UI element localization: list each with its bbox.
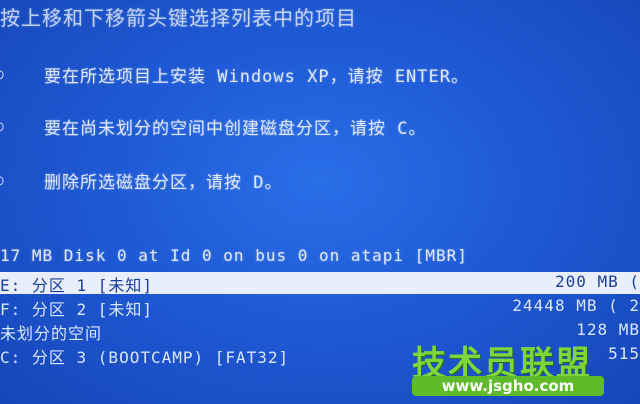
partition-row-e[interactable]: E: 分区 1 [未知] 200 MB ( (0, 272, 640, 295)
create-partition-option: 要在尚未划分的空间中创建磁盘分区，请按 C。 (44, 119, 427, 139)
partition-name: E: 分区 1 [未知] (0, 276, 154, 295)
partition-name: F: 分区 2 [未知] (0, 300, 154, 319)
watermark-logo: 技术员联盟 www.jsgho.com (404, 334, 640, 400)
option-bullet-icon: ○ (0, 116, 4, 135)
install-option: 要在所选项目上安装 Windows XP，请按 ENTER。 (44, 67, 469, 87)
partition-size: 200 MB ( (554, 272, 640, 291)
partition-row-f[interactable]: F: 分区 2 [未知] 24448 MB ( 2 (0, 296, 640, 319)
delete-partition-option: 删除所选磁盘分区，请按 D。 (44, 173, 283, 193)
setup-screen: 按上移和下移箭头键选择列表中的项目 ○ 要在所选项目上安装 Windows XP… (0, 0, 640, 404)
option-bullet-icon: ○ (0, 64, 4, 83)
option-bullet-icon: ○ (0, 170, 4, 189)
disk-header: 17 MB Disk 0 at Id 0 on bus 0 on atapi [… (0, 246, 468, 265)
watermark-url: www.jsgho.com (412, 376, 604, 396)
instruction-header: 按上移和下移箭头键选择列表中的项目 (0, 6, 357, 30)
partition-size: 24448 MB ( 2 (512, 296, 640, 315)
partition-name: C: 分区 3 (BOOTCAMP) [FAT32] (0, 348, 290, 367)
partition-name: 未划分的空间 (0, 324, 103, 343)
